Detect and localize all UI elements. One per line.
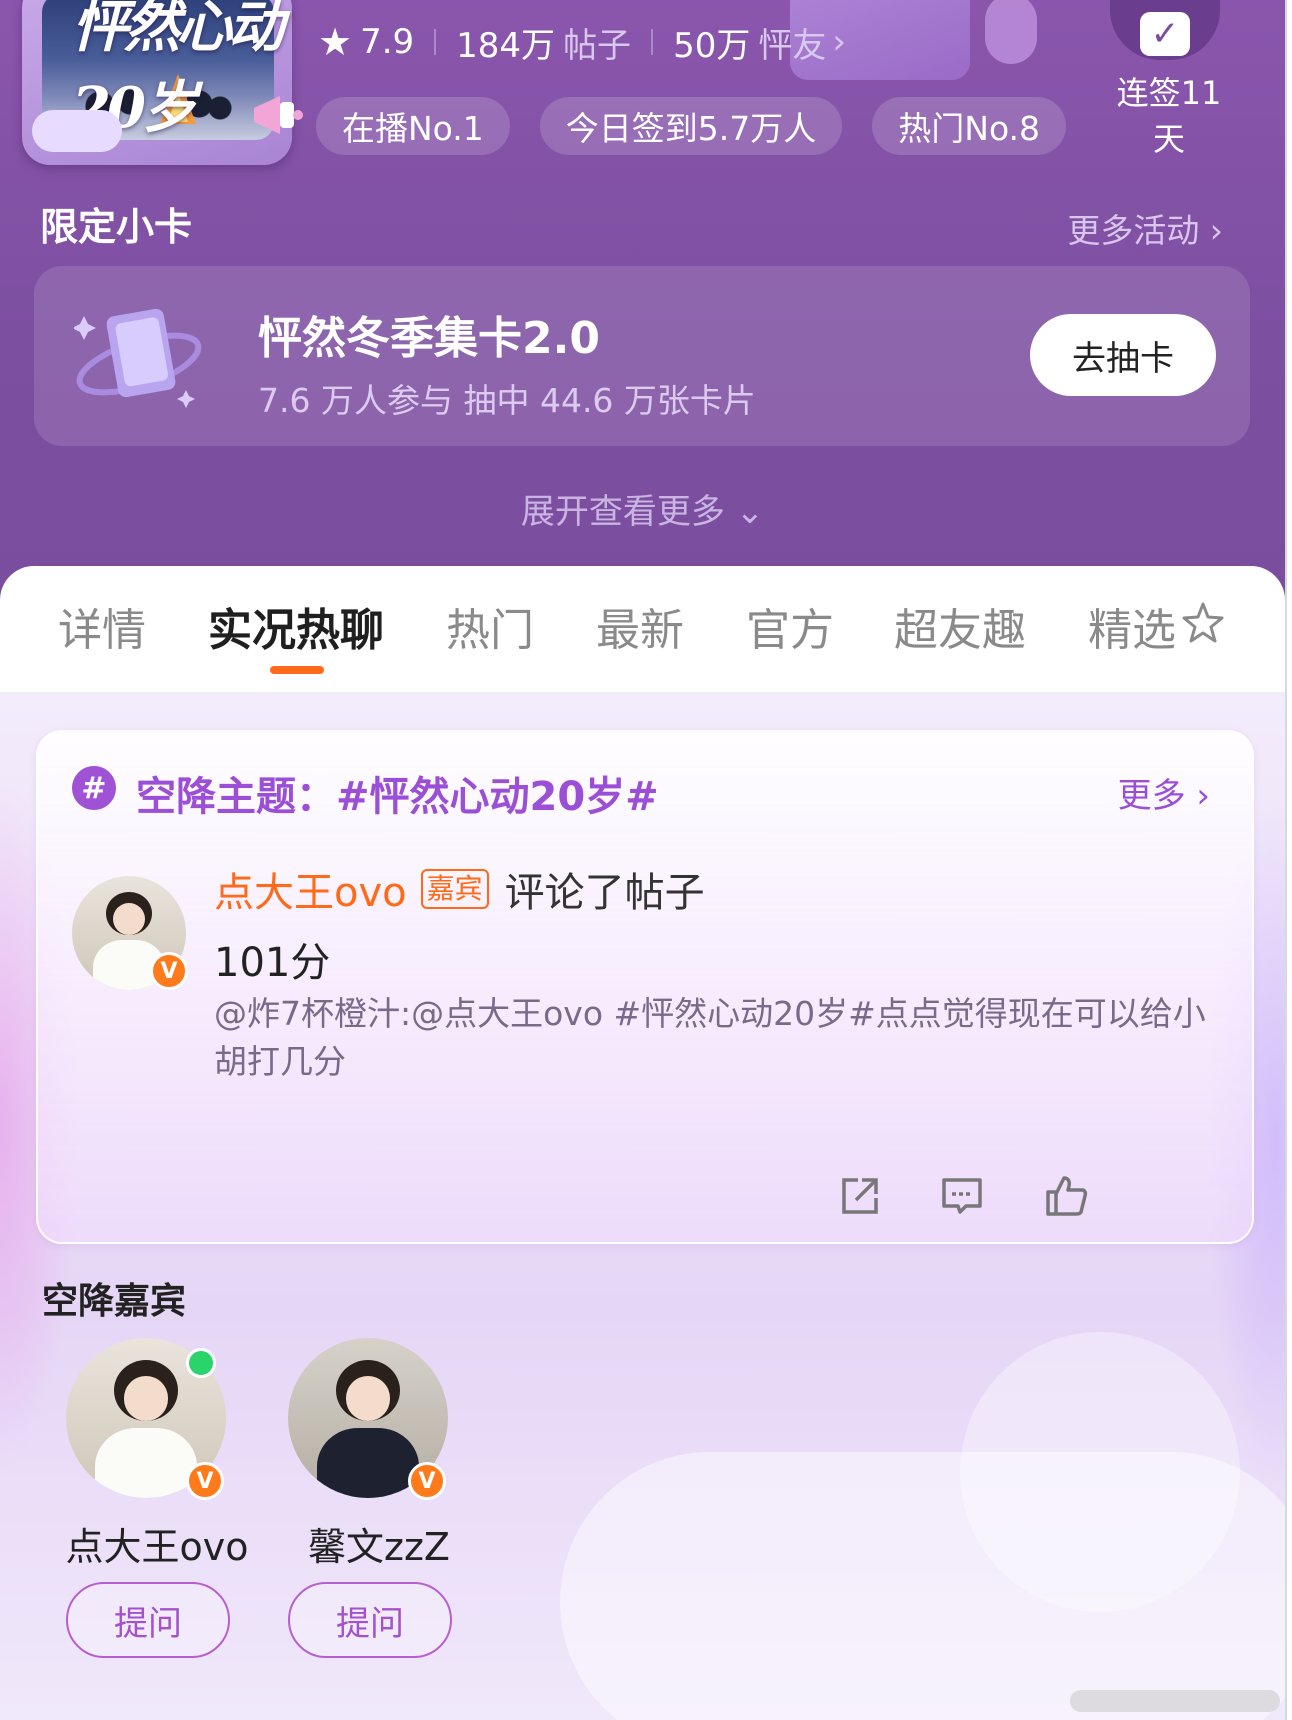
microphone-decoration <box>985 0 1037 64</box>
checkin-streak-label[interactable]: 连签11天 <box>1110 70 1228 162</box>
post-action-text: 评论了帖子 <box>504 870 705 916</box>
tab-bar: 详情 实况热聊 热门 最新 官方 超友趣 精选 <box>0 566 1285 692</box>
post-user-name[interactable]: 点大王ovo <box>214 860 407 918</box>
app-screen: 怦然心动20岁 ★ 7.9 184万 帖子 50万 怦友 › 在播No.1 今日… <box>0 0 1287 1720</box>
guest-name[interactable]: 馨文zzZ <box>264 1516 494 1571</box>
quoted-post-text[interactable]: @炸7杯橙汁:@点大王ovo #怦然心动20岁#点点觉得现在可以给小胡打几分 <box>214 990 1214 1086</box>
ask-question-button[interactable]: 提问 <box>288 1582 452 1658</box>
cloud-decoration <box>560 1452 1285 1720</box>
guest-tag-badge: 嘉宾 <box>420 869 489 909</box>
watermark-decoration <box>1070 1690 1280 1712</box>
star-icon: ★ <box>318 20 353 64</box>
stat-divider <box>434 29 437 55</box>
checkin-button[interactable]: ✓ <box>1110 0 1220 60</box>
fans-unit[interactable]: 怦友 <box>758 18 826 67</box>
rating-value: 7.9 <box>360 22 415 62</box>
tab-official[interactable]: 官方 <box>746 594 834 658</box>
airdrop-topic-label[interactable]: 空降主题：#怦然心动20岁# <box>136 764 659 822</box>
posts-count: 184万 <box>456 25 556 66</box>
pill-on-air-rank[interactable]: 在播No.1 <box>316 97 510 155</box>
post-header: 点大王ovo 嘉宾 评论了帖子 <box>214 860 705 918</box>
posts-unit: 帖子 <box>563 25 632 66</box>
topic-more-link[interactable]: 更多 › <box>1118 768 1210 817</box>
post-comment-text: 101分 <box>214 940 331 986</box>
limited-cards-title: 限定小卡 <box>40 205 193 249</box>
chevron-right-icon[interactable]: › <box>832 22 846 62</box>
card-pack-icon <box>74 308 202 408</box>
topic-header: 怦然心动20岁 ★ 7.9 184万 帖子 50万 怦友 › 在播No.1 今日… <box>0 0 1285 600</box>
post-actions <box>38 1172 1252 1222</box>
share-icon[interactable] <box>836 1172 884 1220</box>
tab-live-chat[interactable]: 实况热聊 <box>208 594 384 658</box>
comment-icon[interactable] <box>938 1172 986 1220</box>
megaphone-icon <box>254 96 303 134</box>
live-chat-content: # 空降主题：#怦然心动20岁# 更多 › V 点大王ovo 嘉宾 评论了帖子 … <box>0 692 1285 1720</box>
topic-rank-pills: 在播No.1 今日签到5.7万人 热门No.8 <box>316 97 1067 155</box>
poster-cloud-decoration <box>32 110 122 152</box>
card-event-title: 怦然冬季集卡2.0 <box>258 313 600 364</box>
stat-divider <box>651 29 654 55</box>
show-poster[interactable]: 怦然心动20岁 <box>22 0 303 165</box>
expand-more-link[interactable]: 展开查看更多 ⌄ <box>0 484 1285 533</box>
tab-hot[interactable]: 热门 <box>446 594 534 658</box>
airdrop-topic-card[interactable]: # 空降主题：#怦然心动20岁# 更多 › V 点大王ovo 嘉宾 评论了帖子 … <box>36 730 1254 1244</box>
tab-details[interactable]: 详情 <box>58 594 146 658</box>
online-status-icon <box>186 1348 216 1378</box>
verified-badge-icon: V <box>150 952 188 990</box>
card-event-stats: 7.6 万人参与 抽中 44.6 万张卡片 <box>258 381 756 420</box>
draw-card-button[interactable]: 去抽卡 <box>1030 314 1216 396</box>
tab-fun[interactable]: 超友趣 <box>894 594 1026 658</box>
hash-icon: # <box>72 766 116 810</box>
tab-latest[interactable]: 最新 <box>596 594 684 658</box>
like-icon[interactable] <box>1042 1172 1090 1220</box>
verified-badge-icon: V <box>408 1462 446 1500</box>
tab-featured[interactable]: 精选 <box>1088 594 1176 658</box>
sparkle-icon[interactable] <box>1180 600 1226 646</box>
fans-count[interactable]: 50万 <box>673 18 750 67</box>
guest-name[interactable]: 点大王ovo <box>42 1516 272 1571</box>
check-icon: ✓ <box>1140 12 1190 56</box>
more-activities-link[interactable]: 更多活动 › <box>1067 204 1223 252</box>
active-tab-indicator <box>270 666 324 674</box>
verified-badge-icon: V <box>186 1462 224 1500</box>
pill-hot-rank[interactable]: 热门No.8 <box>872 97 1067 155</box>
ask-question-button[interactable]: 提问 <box>66 1582 230 1658</box>
pill-today-checkins[interactable]: 今日签到5.7万人 <box>539 97 843 155</box>
airdrop-guests-title: 空降嘉宾 <box>42 1281 187 1322</box>
topic-stats: ★ 7.9 184万 帖子 50万 怦友 › <box>318 14 846 70</box>
card-collect-event[interactable]: 怦然冬季集卡2.0 7.6 万人参与 抽中 44.6 万张卡片 去抽卡 <box>34 266 1250 446</box>
